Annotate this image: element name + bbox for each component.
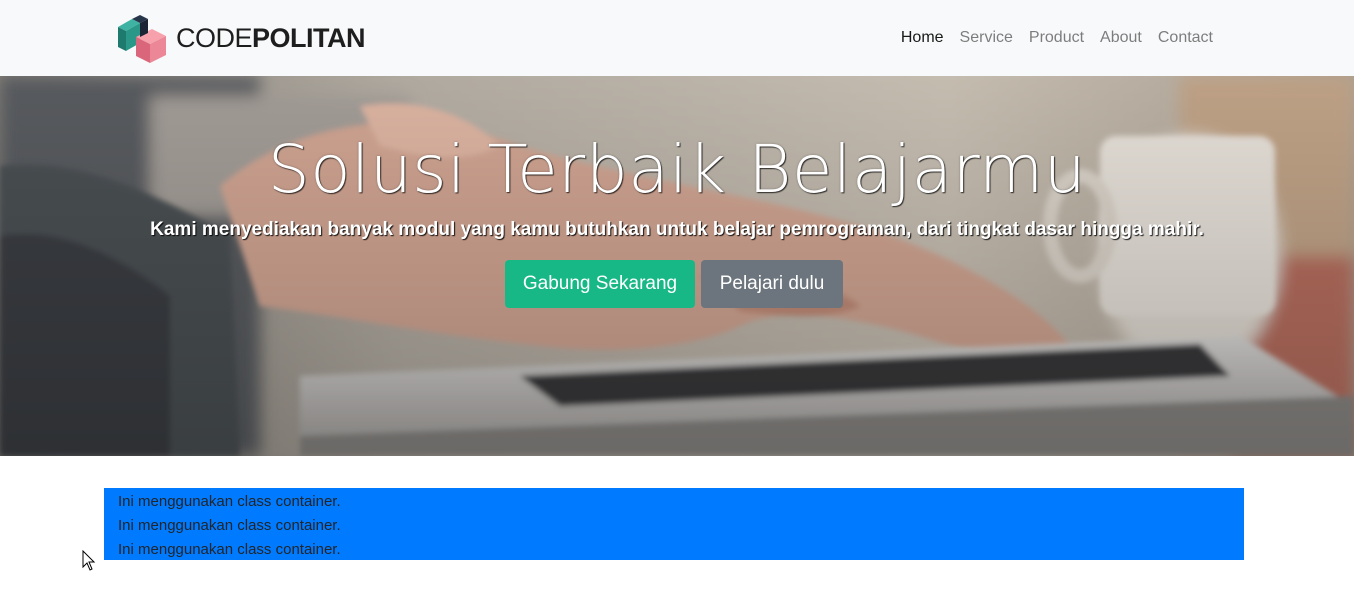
hero-jumbotron: Solusi Terbaik Belajarmu Kami menyediaka… [0,76,1354,456]
navbar: CODEPOLITAN Home Service Product About C… [0,0,1354,76]
nav-link-service[interactable]: Service [952,27,1021,49]
learn-first-button[interactable]: Pelajari dulu [701,260,843,308]
nav-link-contact[interactable]: Contact [1150,27,1221,49]
hero-lead: Kami menyediakan banyak modul yang kamu … [150,219,1204,240]
brand-name-light: CODE [176,22,253,53]
hero-buttons: Gabung Sekarang Pelajari dulu [505,260,843,308]
container-text-line: Ini menggunakan class container. [118,493,341,510]
mouse-pointer-icon [82,550,96,571]
hero-title: Solusi Terbaik Belajarmu [267,131,1087,208]
container-text-line: Ini menggunakan class container. [118,541,341,558]
nav-link-about[interactable]: About [1092,27,1150,49]
brand-name-bold: POLITAN [252,22,366,53]
nav-link-home[interactable]: Home [893,27,952,49]
container-text-line: Ini menggunakan class container. [118,517,341,534]
main-nav: Home Service Product About Contact [893,27,1221,49]
brand-logo-link[interactable]: CODEPOLITAN [118,13,366,63]
container-demo: Ini menggunakan class container. Ini men… [104,488,1244,560]
brand-name: CODEPOLITAN [176,22,366,53]
codepolitan-logo-icon [118,15,166,63]
nav-link-product[interactable]: Product [1021,27,1092,49]
join-now-button[interactable]: Gabung Sekarang [505,260,695,308]
